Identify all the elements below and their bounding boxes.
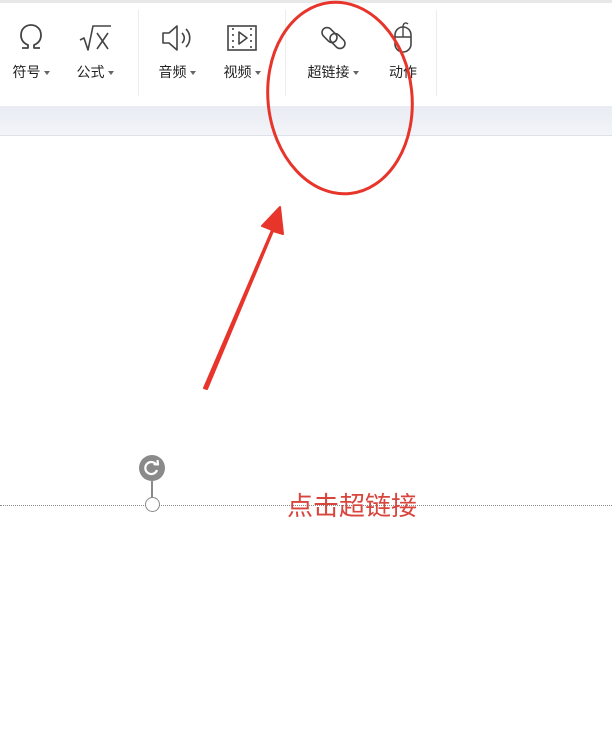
insert-ribbon: 符号 公式 音频 视频 超链接 动作 <box>0 0 612 106</box>
video-button[interactable]: 视频 <box>207 14 277 90</box>
chain-link-icon <box>313 20 353 56</box>
rotate-handle-stem <box>151 481 153 498</box>
chevron-down-icon <box>107 71 114 75</box>
chevron-down-icon <box>352 71 359 75</box>
film-icon <box>222 20 262 56</box>
hyperlink-button[interactable]: 超链接 <box>298 14 368 90</box>
video-label: 视频 <box>223 65 252 81</box>
mouse-icon <box>383 20 423 56</box>
ribbon-top-border <box>0 0 612 3</box>
symbol-label: 符号 <box>12 65 41 81</box>
omega-icon <box>11 20 51 56</box>
speaker-icon <box>157 20 197 56</box>
group-divider <box>138 10 139 96</box>
sqrt-x-icon <box>75 20 115 56</box>
ribbon-bottom-band <box>0 106 612 136</box>
slide-canvas[interactable] <box>0 137 612 734</box>
rotate-icon <box>144 459 160 476</box>
chevron-down-icon <box>189 71 196 75</box>
group-divider <box>285 10 286 96</box>
rotate-handle[interactable] <box>139 455 165 481</box>
group-divider <box>436 10 437 96</box>
hyperlink-label: 超链接 <box>307 65 350 81</box>
formula-button[interactable]: 公式 <box>60 14 130 90</box>
action-label: 动作 <box>389 65 417 81</box>
chevron-down-icon <box>254 71 261 75</box>
formula-label: 公式 <box>76 65 105 81</box>
symbol-button[interactable]: 符号 <box>0 14 66 90</box>
instruction-text: 点击超链接 <box>287 492 418 522</box>
chevron-down-icon <box>43 71 50 75</box>
audio-button[interactable]: 音频 <box>142 14 212 90</box>
audio-label: 音频 <box>158 65 187 81</box>
resize-handle[interactable] <box>145 497 160 512</box>
action-button[interactable]: 动作 <box>368 14 438 90</box>
screenshot-page: 符号 公式 音频 视频 超链接 动作 点击超链接 <box>0 0 612 734</box>
